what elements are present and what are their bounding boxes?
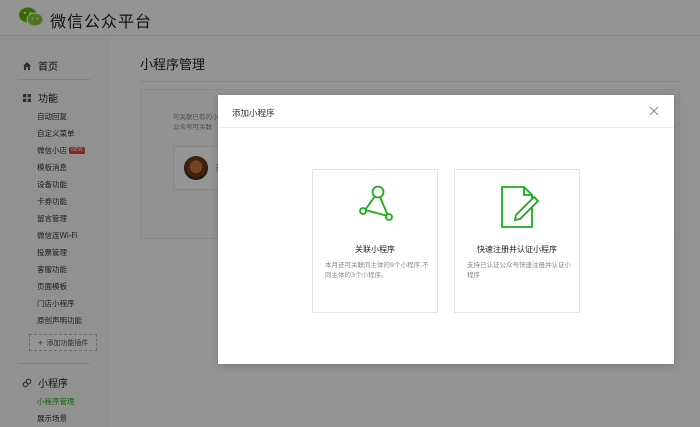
link-miniapp-option[interactable]: 关联小程序 本月还可关联同主体的9个小程序,不同主体的3个小程序。: [312, 169, 438, 313]
close-icon[interactable]: [647, 104, 661, 118]
quick-register-option[interactable]: 快速注册并认证小程序 支持已认证公众号快速注册并认证小程序: [454, 169, 580, 313]
option-description: 支持已认证公众号快速注册并认证小程序: [467, 261, 571, 279]
dialog-divider: [218, 127, 674, 128]
document-edit-icon: [501, 186, 540, 228]
add-miniapp-dialog: 添加小程序 关联小程序 本月还可关联同主体的9个小程序,不同主体的3个小程序。 …: [218, 95, 674, 364]
option-title: 快速注册并认证小程序: [477, 245, 557, 254]
dialog-title: 添加小程序: [232, 109, 275, 119]
option-description: 本月还可关联同主体的9个小程序,不同主体的3个小程序。: [325, 261, 429, 279]
link-nodes-icon: [359, 185, 393, 221]
option-title: 关联小程序: [355, 245, 395, 254]
